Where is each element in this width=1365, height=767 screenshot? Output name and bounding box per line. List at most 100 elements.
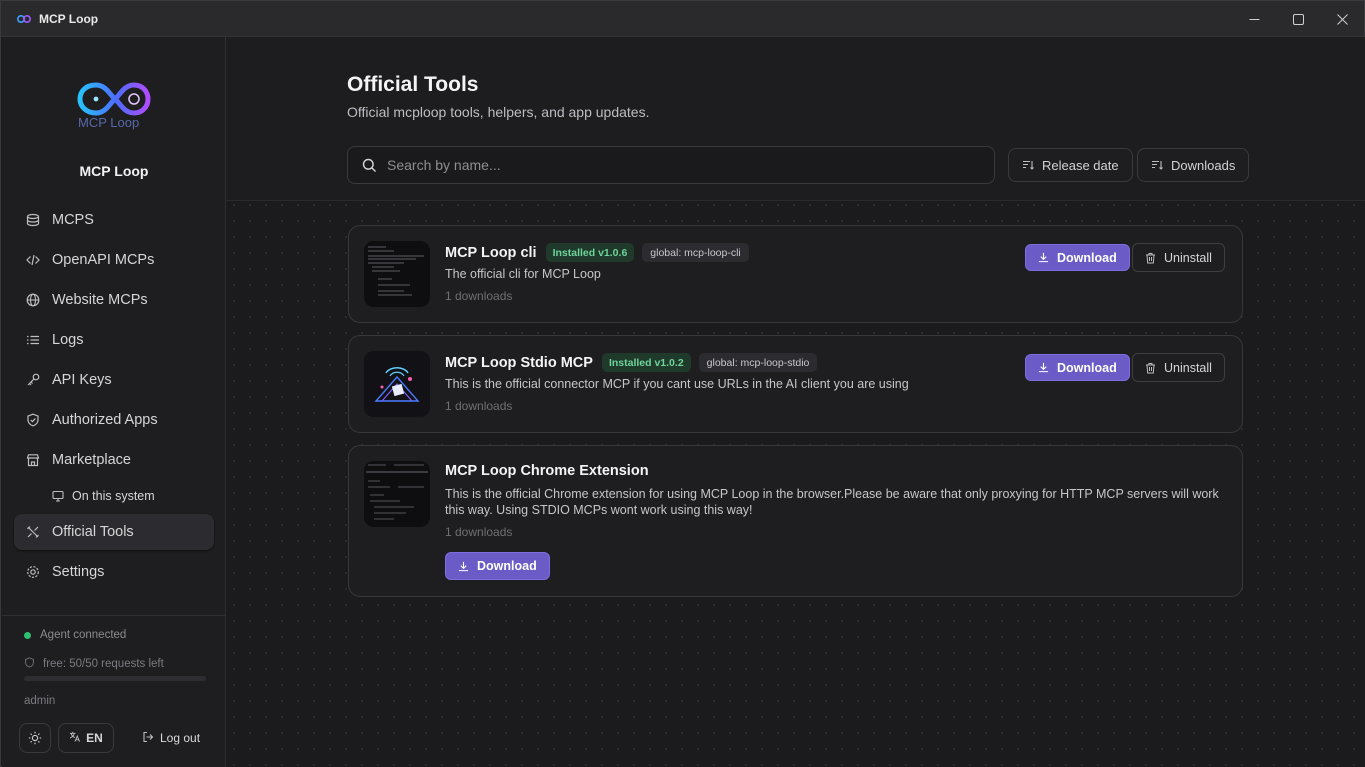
- sidebar-item-settings[interactable]: Settings: [14, 552, 214, 592]
- window-title: MCP Loop: [39, 11, 99, 26]
- tool-thumbnail: [364, 241, 430, 307]
- close-icon: [1336, 13, 1348, 25]
- trash-icon: [1145, 252, 1156, 264]
- download-button[interactable]: Download: [1025, 244, 1130, 271]
- download-label: Download: [1057, 250, 1117, 265]
- user-name: admin: [24, 695, 56, 707]
- translate-icon: [69, 731, 81, 745]
- app-window: MCP Loop MCP Loop MCP Loop MCPS OpenAPI …: [0, 0, 1365, 767]
- title-bar: MCP Loop: [1, 1, 1364, 37]
- sidebar-item-mcps[interactable]: MCPS: [14, 200, 214, 240]
- tool-title-row: MCP Loop cli Installed v1.0.6 global: mc…: [445, 243, 749, 262]
- store-icon: [26, 453, 40, 467]
- tool-thumbnail: [364, 351, 430, 417]
- language-button[interactable]: EN: [58, 723, 114, 753]
- sidebar-item-label: MCPS: [52, 212, 94, 228]
- sort-downloads-label: Downloads: [1171, 157, 1236, 173]
- network-cube-icon: [364, 351, 430, 417]
- tool-card-cli: MCP Loop cli Installed v1.0.6 global: mc…: [348, 225, 1243, 323]
- tool-card-chrome-extension: MCP Loop Chrome Extension This is the of…: [348, 445, 1243, 597]
- sidebar-item-marketplace[interactable]: Marketplace: [14, 440, 214, 480]
- shield-icon: [26, 413, 40, 427]
- sidebar: MCP Loop MCP Loop MCPS OpenAPI MCPs Webs…: [2, 37, 226, 767]
- maximize-button[interactable]: [1276, 1, 1320, 37]
- sidebar-item-label: Settings: [52, 564, 105, 580]
- sun-icon: [28, 731, 42, 745]
- global-badge: global: mcp-loop-stdio: [698, 353, 818, 372]
- sort-release-date-label: Release date: [1042, 157, 1119, 173]
- tool-card-stdio: MCP Loop Stdio MCP Installed v1.0.2 glob…: [348, 335, 1243, 433]
- sort-downloads-button[interactable]: Downloads: [1137, 148, 1250, 182]
- sidebar-item-label: Marketplace: [52, 452, 131, 468]
- tool-title-row: MCP Loop Chrome Extension: [445, 463, 649, 479]
- sidebar-item-on-this-system[interactable]: On this system: [14, 480, 214, 512]
- sidebar-item-openapi-mcps[interactable]: OpenAPI MCPs: [14, 240, 214, 280]
- language-label: EN: [86, 731, 103, 745]
- sidebar-item-label: Logs: [52, 332, 84, 348]
- sidebar-item-official-tools[interactable]: Official Tools: [14, 514, 214, 550]
- download-icon: [1038, 362, 1049, 373]
- key-icon: [26, 373, 40, 387]
- page-header: Official Tools Official mcploop tools, h…: [226, 37, 1365, 201]
- sidebar-item-label: Authorized Apps: [52, 412, 158, 428]
- tool-name: MCP Loop Chrome Extension: [445, 463, 649, 479]
- status-dot-icon: [24, 631, 31, 639]
- sidebar-item-authorized-apps[interactable]: Authorized Apps: [14, 400, 214, 440]
- brand-logo: MCP Loop: [76, 77, 154, 133]
- global-badge: global: mcp-loop-cli: [642, 243, 749, 262]
- tool-description: This is the official Chrome extension fo…: [445, 487, 1219, 517]
- sidebar-item-logs[interactable]: Logs: [14, 320, 214, 360]
- window-controls: [1232, 1, 1364, 37]
- download-label: Download: [477, 559, 537, 573]
- tool-thumbnail: [364, 461, 430, 527]
- search-box: [347, 146, 995, 184]
- minimize-button[interactable]: [1232, 1, 1276, 37]
- tool-title-row: MCP Loop Stdio MCP Installed v1.0.2 glob…: [445, 353, 818, 372]
- logout-label: Log out: [160, 731, 201, 745]
- minimize-icon: [1249, 18, 1259, 20]
- logout-icon: [142, 731, 154, 746]
- sidebar-item-website-mcps[interactable]: Website MCPs: [14, 280, 214, 320]
- sidebar-item-label: Website MCPs: [52, 292, 148, 308]
- sidebar-footer-controls: EN Log out: [19, 723, 201, 753]
- monitor-icon: [52, 489, 64, 503]
- download-button[interactable]: Download: [1025, 354, 1130, 381]
- sort-icon: [1151, 159, 1163, 171]
- installed-badge: Installed v1.0.2: [601, 353, 691, 372]
- sidebar-nav: MCPS OpenAPI MCPs Website MCPs Logs API …: [14, 200, 214, 592]
- sidebar-item-api-keys[interactable]: API Keys: [14, 360, 214, 400]
- search-input[interactable]: [387, 157, 967, 173]
- infinity-logo-icon: MCP Loop: [77, 82, 151, 130]
- sidebar-item-label: On this system: [72, 489, 155, 503]
- tool-name: MCP Loop cli: [445, 244, 537, 261]
- uninstall-button[interactable]: Uninstall: [1132, 243, 1225, 272]
- terminal-preview-icon: [364, 241, 430, 307]
- close-button[interactable]: [1320, 1, 1364, 37]
- quota-info: free: 50/50 requests left: [24, 657, 164, 671]
- brand-name: MCP Loop: [79, 163, 149, 179]
- tool-downloads: 1 downloads: [445, 399, 513, 413]
- agent-status: Agent connected: [24, 629, 126, 641]
- main-content: Official Tools Official mcploop tools, h…: [226, 37, 1365, 767]
- list-icon: [26, 333, 40, 347]
- uninstall-button[interactable]: Uninstall: [1132, 353, 1225, 382]
- tool-downloads: 1 downloads: [445, 289, 513, 303]
- download-icon: [458, 561, 469, 572]
- browser-preview-icon: [364, 461, 430, 527]
- page-subtitle: Official mcploop tools, helpers, and app…: [347, 104, 650, 120]
- sort-release-date-button[interactable]: Release date: [1008, 148, 1133, 182]
- installed-badge: Installed v1.0.6: [545, 243, 635, 262]
- uninstall-label: Uninstall: [1164, 360, 1212, 375]
- search-icon: [362, 158, 377, 173]
- theme-toggle-button[interactable]: [19, 723, 51, 753]
- maximize-icon: [1292, 13, 1304, 25]
- code-icon: [26, 253, 40, 267]
- download-button[interactable]: Download: [445, 552, 550, 580]
- sidebar-item-label: Official Tools: [52, 524, 134, 540]
- gear-icon: [26, 565, 40, 579]
- download-icon: [1038, 252, 1049, 263]
- logout-button[interactable]: Log out: [142, 723, 201, 753]
- sidebar-item-label: API Keys: [52, 372, 112, 388]
- tools-icon: [26, 525, 40, 539]
- tool-downloads: 1 downloads: [445, 525, 513, 539]
